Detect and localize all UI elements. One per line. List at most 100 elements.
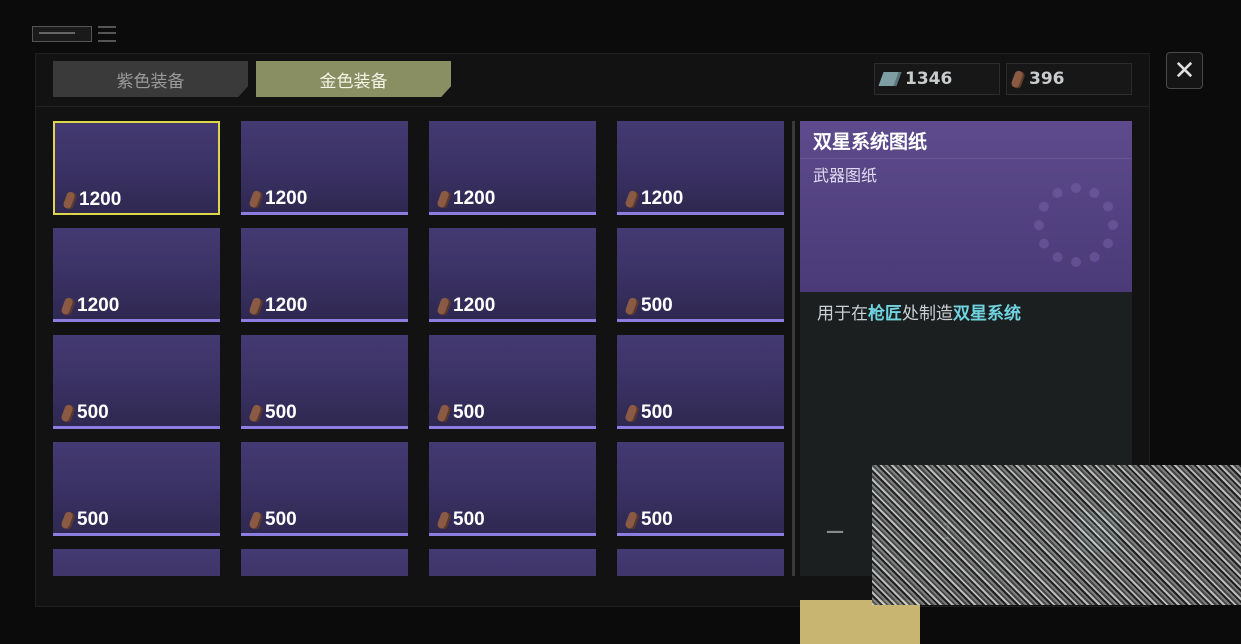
coin-icon xyxy=(436,296,452,316)
shop-item-card[interactable]: 1200 xyxy=(241,121,408,215)
coin-icon xyxy=(248,189,264,209)
currency-value: 1346 xyxy=(905,69,953,89)
coin-icon xyxy=(1010,69,1026,89)
shop-item-card[interactable]: 500 xyxy=(617,228,784,322)
shop-item-card[interactable]: 500 xyxy=(53,335,220,429)
tab-label: 金色装备 xyxy=(319,71,388,92)
price-value: 500 xyxy=(641,402,673,423)
coin-icon xyxy=(60,296,76,316)
coin-icon xyxy=(60,510,76,530)
coin-icon xyxy=(624,296,640,316)
price-value: 500 xyxy=(77,402,109,423)
desc-highlight-place: 枪匠 xyxy=(868,304,902,324)
item-price: 1200 xyxy=(248,295,308,317)
item-price: 500 xyxy=(624,402,673,424)
price-value: 1200 xyxy=(79,189,122,210)
price-value: 500 xyxy=(641,295,673,316)
price-value: 1200 xyxy=(453,295,496,316)
item-price: 1200 xyxy=(436,188,496,210)
coin-icon xyxy=(248,403,264,423)
battery-icon xyxy=(32,26,92,42)
shop-item-card[interactable] xyxy=(617,549,784,576)
scrollbar[interactable] xyxy=(792,121,795,576)
desc-text: 用于在 xyxy=(817,304,868,324)
price-value: 500 xyxy=(453,402,485,423)
close-button[interactable]: ✕ xyxy=(1166,52,1203,89)
tab-purple-equipment[interactable]: 紫色装备 xyxy=(53,61,248,97)
shop-item-card[interactable]: 500 xyxy=(617,335,784,429)
currency-value: 396 xyxy=(1029,69,1065,89)
detail-header: 双星系统图纸 武器图纸 xyxy=(800,121,1132,292)
coin-icon xyxy=(436,189,452,209)
decrease-button[interactable]: − xyxy=(818,515,852,549)
shop-item-card[interactable]: 500 xyxy=(617,442,784,536)
price-value: 500 xyxy=(77,509,109,530)
price-value: 1200 xyxy=(265,295,308,316)
shop-item-card[interactable]: 1200 xyxy=(617,121,784,215)
item-description: 用于在枪匠处制造双星系统 xyxy=(817,299,1021,324)
shop-item-card[interactable]: 1200 xyxy=(53,228,220,322)
price-value: 1200 xyxy=(641,188,684,209)
item-price: 500 xyxy=(436,509,485,531)
coin-icon xyxy=(248,510,264,530)
gem-icon xyxy=(878,72,902,86)
gear-icon xyxy=(1034,183,1118,267)
price-value: 500 xyxy=(641,509,673,530)
shop-item-card[interactable] xyxy=(241,549,408,576)
item-price: 1200 xyxy=(436,295,496,317)
item-grid: 1200 1200 1200 1200 1200 1200 1200 500 500 500 500… xyxy=(53,121,786,576)
shop-item-card[interactable]: 1200 xyxy=(53,121,220,215)
price-value: 1200 xyxy=(77,295,120,316)
item-price: 500 xyxy=(248,509,297,531)
coin-icon xyxy=(436,403,452,423)
shop-item-card[interactable]: 500 xyxy=(241,335,408,429)
price-value: 1200 xyxy=(453,188,496,209)
item-price: 500 xyxy=(624,295,673,317)
price-value: 500 xyxy=(265,402,297,423)
coin-icon xyxy=(60,403,76,423)
shop-item-card[interactable]: 500 xyxy=(241,442,408,536)
tab-bar: 紫色装备 金色装备 xyxy=(53,61,451,97)
close-icon: ✕ xyxy=(1173,55,1196,86)
divider xyxy=(800,158,1132,159)
item-price: 1200 xyxy=(62,189,122,211)
shop-item-card[interactable]: 1200 xyxy=(241,228,408,322)
coin-icon xyxy=(624,403,640,423)
item-price: 500 xyxy=(624,509,673,531)
item-price: 500 xyxy=(60,509,109,531)
coin-icon xyxy=(624,189,640,209)
obscured-overlay xyxy=(872,465,1241,605)
currency-coin: 396 xyxy=(1006,63,1132,95)
item-price: 1200 xyxy=(60,295,120,317)
coin-icon xyxy=(436,510,452,530)
buy-button[interactable] xyxy=(800,600,920,644)
status-bar xyxy=(32,26,116,42)
desc-highlight-item: 双星系统 xyxy=(953,304,1021,324)
shop-item-card[interactable] xyxy=(53,549,220,576)
currency-gem: 1346 xyxy=(874,63,1000,95)
divider xyxy=(36,106,1149,107)
item-price: 1200 xyxy=(624,188,684,210)
shop-item-card[interactable]: 500 xyxy=(429,442,596,536)
shop-item-card[interactable]: 500 xyxy=(429,335,596,429)
shop-item-card[interactable]: 500 xyxy=(53,442,220,536)
price-value: 500 xyxy=(265,509,297,530)
item-title: 双星系统图纸 xyxy=(813,131,928,153)
shop-item-card[interactable]: 1200 xyxy=(429,228,596,322)
item-price: 500 xyxy=(60,402,109,424)
desc-text: 处制造 xyxy=(902,304,953,324)
menu-icon[interactable] xyxy=(98,26,116,42)
price-value: 500 xyxy=(453,509,485,530)
item-price: 500 xyxy=(248,402,297,424)
shop-item-card[interactable]: 1200 xyxy=(429,121,596,215)
coin-icon xyxy=(62,190,78,210)
coin-icon xyxy=(248,296,264,316)
item-price: 1200 xyxy=(248,188,308,210)
item-price: 500 xyxy=(436,402,485,424)
tab-gold-equipment[interactable]: 金色装备 xyxy=(256,61,451,97)
item-type: 武器图纸 xyxy=(813,166,878,185)
price-value: 1200 xyxy=(265,188,308,209)
tab-label: 紫色装备 xyxy=(116,71,185,92)
coin-icon xyxy=(624,510,640,530)
shop-item-card[interactable] xyxy=(429,549,596,576)
